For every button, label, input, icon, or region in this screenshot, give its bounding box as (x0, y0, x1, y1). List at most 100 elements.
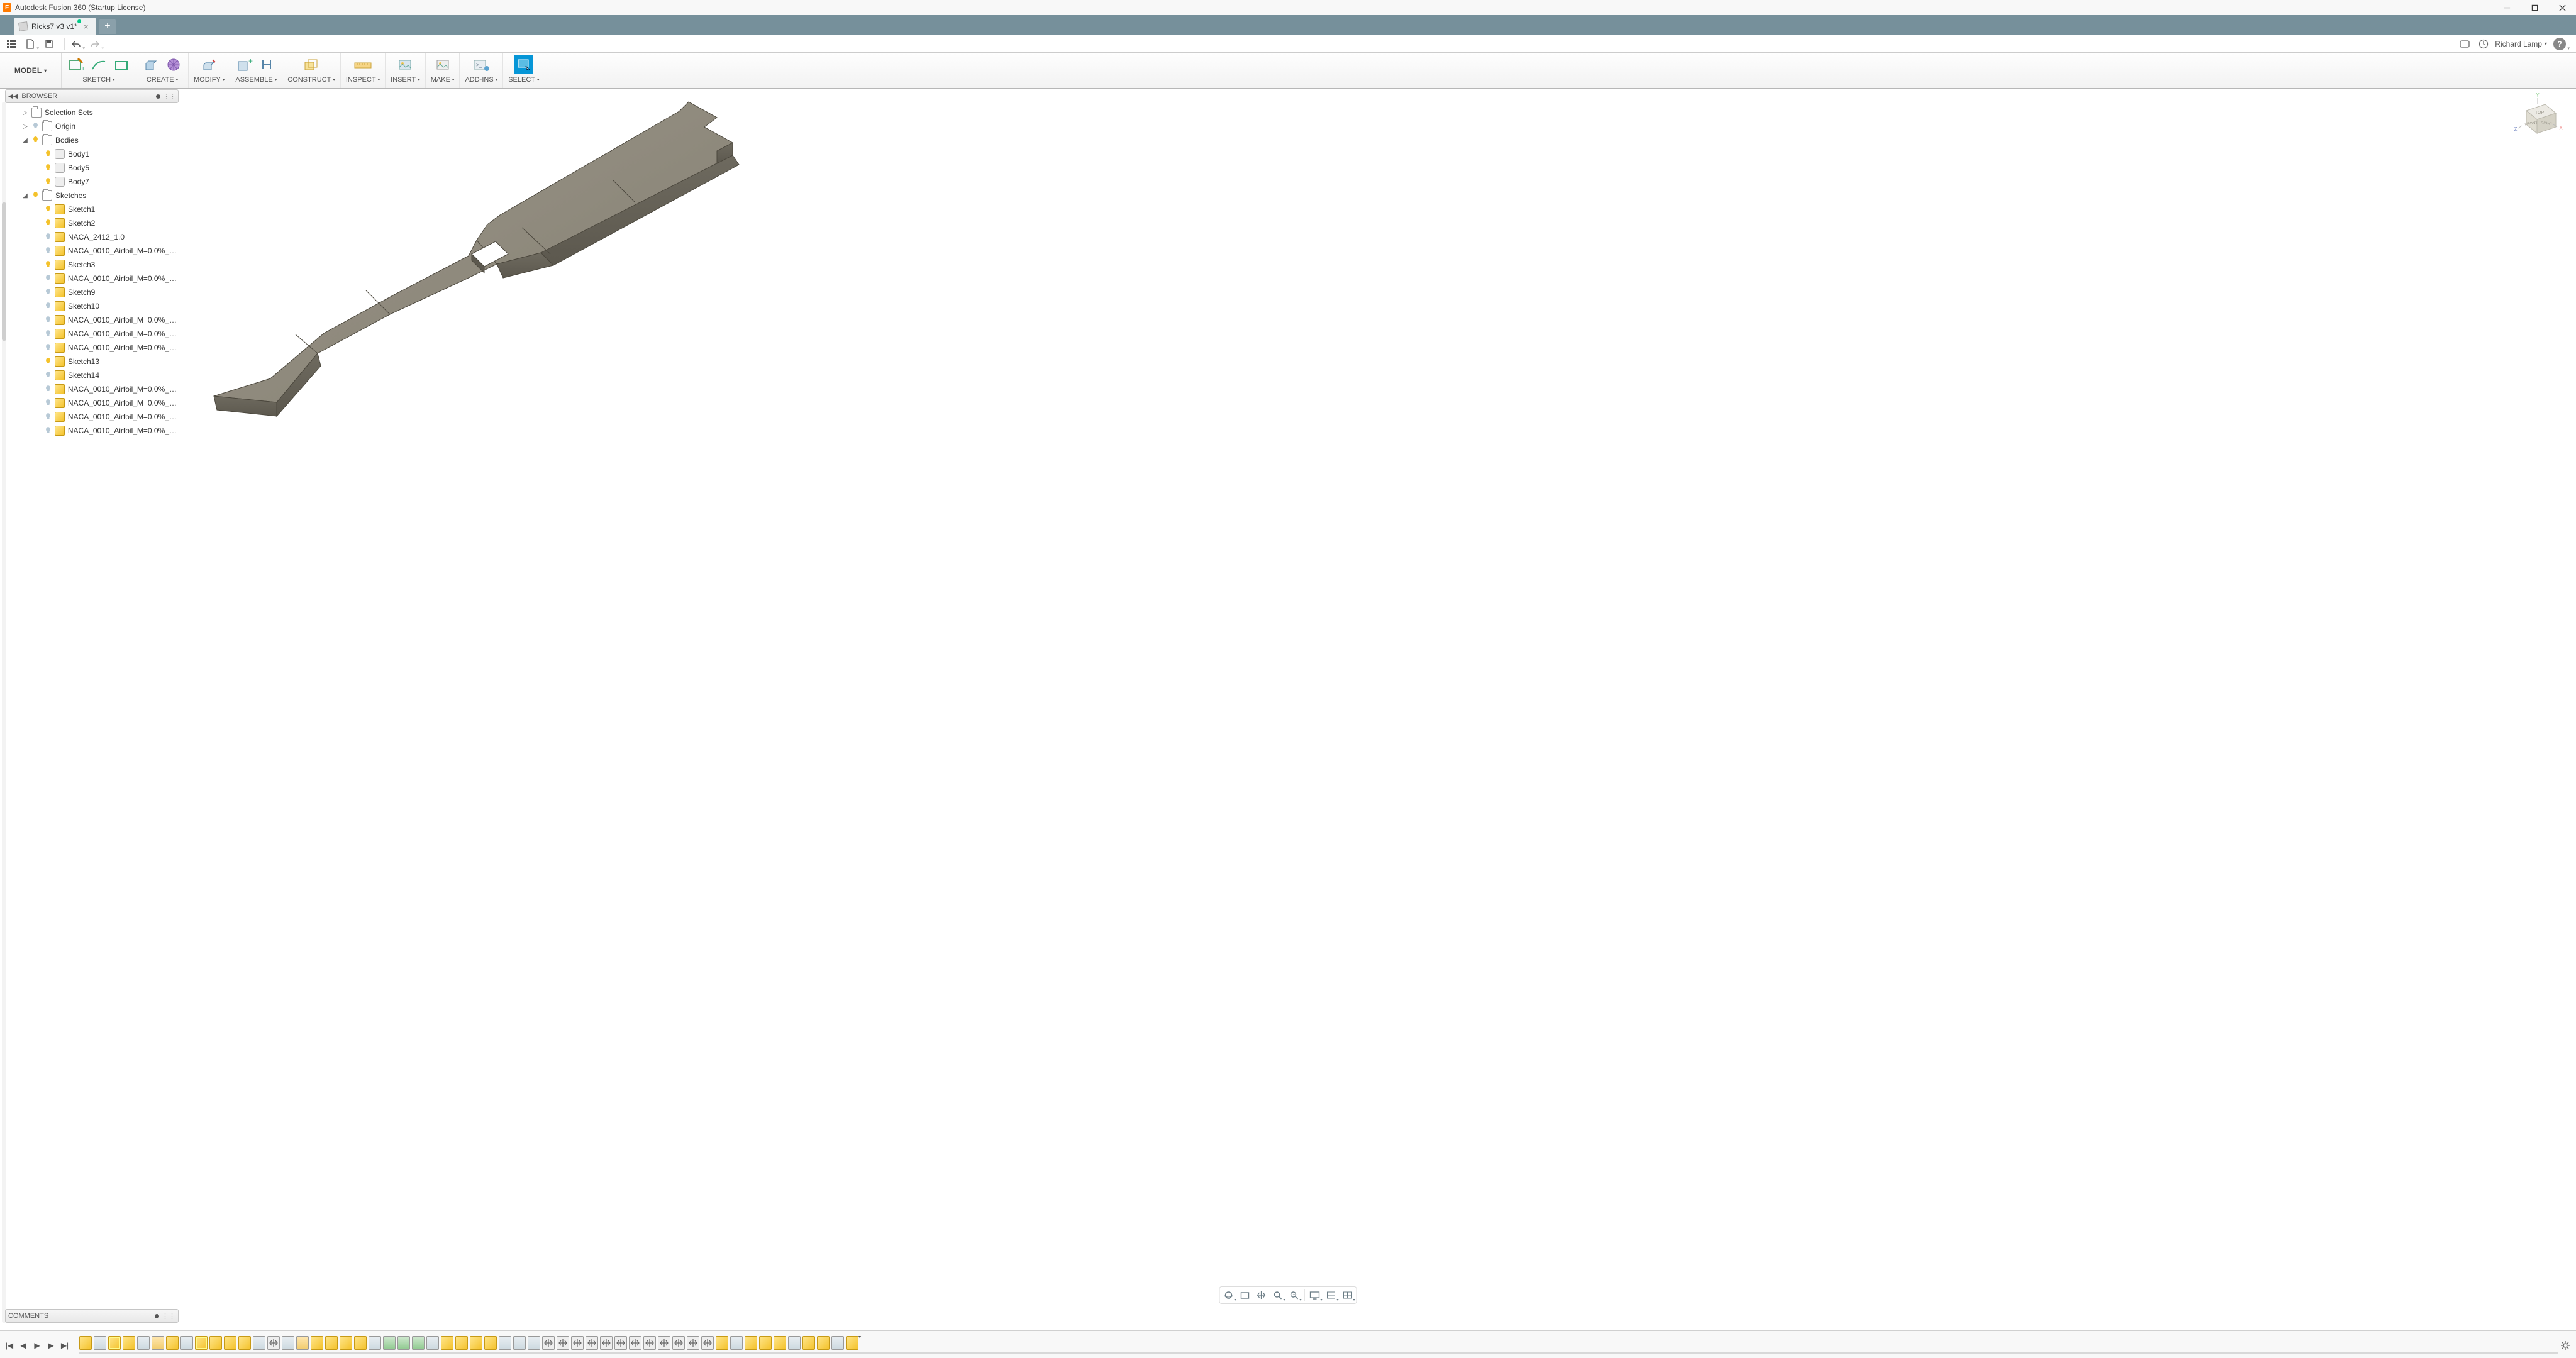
ribbon-label-sketch[interactable]: SKETCH▾ (82, 76, 114, 84)
fit-button[interactable]: +▾ (1287, 1288, 1302, 1302)
timeline-feature[interactable] (600, 1336, 613, 1350)
timeline-feature[interactable] (426, 1336, 439, 1350)
timeline-feature[interactable] (397, 1336, 410, 1350)
timeline-feature[interactable] (311, 1336, 323, 1350)
close-tab-button[interactable]: × (81, 21, 91, 31)
ribbon-label-insert[interactable]: INSERT▾ (391, 76, 420, 84)
timeline-feature[interactable] (224, 1336, 236, 1350)
new-component-icon[interactable]: + (235, 55, 254, 74)
timeline-feature[interactable] (441, 1336, 453, 1350)
display-settings-button[interactable]: ▾ (1307, 1288, 1323, 1302)
timeline-feature[interactable] (716, 1336, 728, 1350)
new-tab-button[interactable]: + (99, 19, 116, 34)
timeline-feature[interactable] (166, 1336, 179, 1350)
timeline-end-button[interactable]: ▶| (59, 1340, 70, 1351)
timeline-feature[interactable] (788, 1336, 801, 1350)
undo-button[interactable]: ▾ (69, 36, 84, 52)
ribbon-label-make[interactable]: MAKE▾ (431, 76, 455, 84)
timeline-feature[interactable] (802, 1336, 815, 1350)
create-form-icon[interactable] (164, 55, 183, 74)
timeline-forward-button[interactable]: ▶ (45, 1340, 57, 1351)
view-cube[interactable]: Y X Z TOP FRONT RIGHT (2511, 92, 2565, 146)
timeline-feature[interactable] (484, 1336, 497, 1350)
timeline-feature[interactable] (238, 1336, 251, 1350)
zoom-button[interactable]: ▾ (1270, 1288, 1285, 1302)
ribbon-label-assemble[interactable]: ASSEMBLE▾ (235, 76, 277, 84)
document-tab[interactable]: Ricks7 v3 v1* × (14, 18, 96, 35)
rectangle-tool-icon[interactable] (112, 55, 131, 74)
create-sketch-icon[interactable]: + (67, 55, 86, 74)
timeline-feature[interactable] (253, 1336, 265, 1350)
timeline-feature[interactable] (79, 1336, 92, 1350)
timeline-feature[interactable] (180, 1336, 193, 1350)
offset-plane-icon[interactable] (302, 55, 321, 74)
timeline-feature[interactable] (831, 1336, 844, 1350)
timeline-feature[interactable] (846, 1336, 858, 1350)
user-menu[interactable]: Richard Lamp▾ (2495, 40, 2547, 48)
ribbon-label-inspect[interactable]: INSPECT▾ (346, 76, 380, 84)
timeline-feature[interactable] (759, 1336, 772, 1350)
file-menu-button[interactable]: ▾ (23, 36, 38, 52)
timeline-feature[interactable] (137, 1336, 150, 1350)
timeline-feature[interactable] (658, 1336, 670, 1350)
redo-button[interactable]: ▾ (87, 36, 103, 52)
timeline-start-button[interactable]: |◀ (4, 1340, 15, 1351)
ribbon-label-addins[interactable]: ADD-INS▾ (465, 76, 497, 84)
orbit-button[interactable]: ▾ (1221, 1288, 1236, 1302)
timeline-feature[interactable] (571, 1336, 584, 1350)
timeline-feature[interactable] (774, 1336, 786, 1350)
timeline-feature[interactable] (672, 1336, 685, 1350)
timeline-feature[interactable] (542, 1336, 555, 1350)
timeline-feature[interactable] (282, 1336, 294, 1350)
timeline-feature[interactable] (369, 1336, 381, 1350)
close-button[interactable] (2548, 0, 2576, 15)
job-status-button[interactable] (2476, 36, 2491, 52)
timeline-feature[interactable] (470, 1336, 482, 1350)
select-tool-icon[interactable] (514, 55, 533, 74)
notifications-button[interactable] (2457, 36, 2472, 52)
pan-button[interactable] (1254, 1288, 1269, 1302)
joint-icon[interactable] (258, 55, 277, 74)
3d-print-icon[interactable] (433, 55, 452, 74)
timeline-feature[interactable] (325, 1336, 338, 1350)
scripts-addins-icon[interactable]: >_ (472, 55, 491, 74)
timeline-track[interactable] (79, 1336, 2558, 1355)
comments-panel-header[interactable]: COMMENTS ⋮⋮ (5, 1309, 179, 1323)
data-panel-button[interactable] (4, 36, 19, 52)
timeline-feature[interactable] (267, 1336, 280, 1350)
insert-derive-icon[interactable] (396, 55, 414, 74)
timeline-back-button[interactable]: ◀ (18, 1340, 29, 1351)
timeline-feature[interactable] (383, 1336, 396, 1350)
press-pull-icon[interactable] (200, 55, 219, 74)
help-button[interactable]: ?▾ (2553, 36, 2568, 52)
panel-pin-icon[interactable] (155, 1314, 159, 1318)
timeline-feature[interactable] (499, 1336, 511, 1350)
timeline-feature[interactable] (629, 1336, 641, 1350)
timeline-feature[interactable] (296, 1336, 309, 1350)
timeline-feature[interactable] (152, 1336, 164, 1350)
timeline-feature[interactable] (455, 1336, 468, 1350)
viewport[interactable]: Y X Z TOP FRONT RIGHT (0, 89, 2576, 1323)
timeline-feature[interactable] (340, 1336, 352, 1350)
timeline-feature[interactable] (586, 1336, 598, 1350)
minimize-button[interactable] (2493, 0, 2521, 15)
timeline-feature[interactable] (412, 1336, 425, 1350)
timeline-feature[interactable] (209, 1336, 222, 1350)
timeline-play-button[interactable]: ▶ (31, 1340, 43, 1351)
timeline-feature[interactable] (701, 1336, 714, 1350)
extrude-icon[interactable] (142, 55, 160, 74)
timeline-feature[interactable] (195, 1336, 208, 1350)
timeline-feature[interactable] (94, 1336, 106, 1350)
timeline-feature[interactable] (513, 1336, 526, 1350)
panel-grip-icon[interactable]: ⋮⋮ (162, 1312, 175, 1320)
timeline-feature[interactable] (687, 1336, 699, 1350)
timeline-feature[interactable] (643, 1336, 656, 1350)
ribbon-label-create[interactable]: CREATE▾ (147, 76, 178, 84)
look-at-button[interactable] (1238, 1288, 1253, 1302)
maximize-button[interactable] (2521, 0, 2548, 15)
timeline-feature[interactable] (528, 1336, 540, 1350)
save-button[interactable] (42, 36, 57, 52)
timeline-feature[interactable] (557, 1336, 569, 1350)
ribbon-label-select[interactable]: SELECT▾ (508, 76, 539, 84)
timeline-feature[interactable] (108, 1336, 121, 1350)
